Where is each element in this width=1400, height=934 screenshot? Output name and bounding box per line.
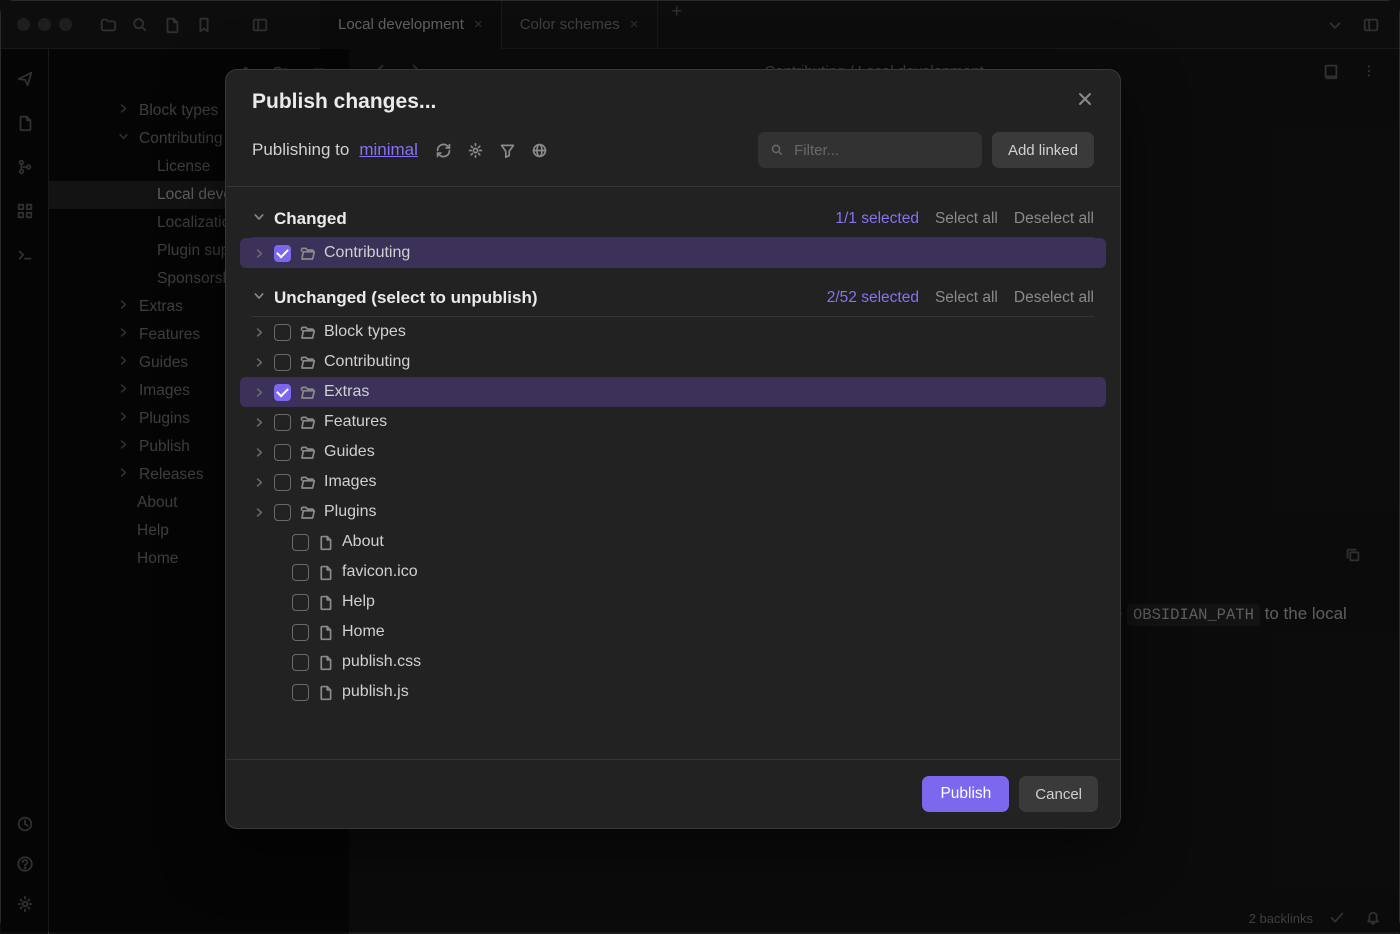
publish-tree-row[interactable]: publish.js (240, 677, 1106, 707)
checkbox[interactable] (292, 684, 309, 701)
publish-target-link[interactable]: minimal (359, 140, 418, 160)
row-label: publish.css (342, 653, 421, 671)
checkbox[interactable] (274, 444, 291, 461)
publish-tree-row[interactable]: favicon.ico (240, 557, 1106, 587)
folder-icon (299, 444, 316, 461)
row-label: Help (342, 593, 375, 611)
publish-tree-row[interactable]: Images (240, 467, 1106, 497)
publish-tree-row[interactable]: Features (240, 407, 1106, 437)
chevron-down-icon (252, 289, 266, 308)
file-icon (317, 534, 334, 551)
row-label: Contributing (324, 353, 410, 371)
chevron-icon[interactable] (252, 476, 266, 489)
row-label: Plugins (324, 503, 376, 521)
file-icon (317, 564, 334, 581)
row-label: About (342, 533, 384, 551)
checkbox[interactable] (274, 384, 291, 401)
publish-changes-modal: Publish changes... Publishing to minimal… (225, 69, 1121, 829)
chevron-icon[interactable] (252, 386, 266, 399)
filter-input-wrap (758, 132, 982, 168)
row-label: Images (324, 473, 376, 491)
selected-count: 1/1 selected (835, 210, 919, 228)
publish-tree-row[interactable]: Guides (240, 437, 1106, 467)
select-all-link[interactable]: Select all (935, 289, 998, 307)
checkbox[interactable] (292, 624, 309, 641)
section-title: Unchanged (select to unpublish) (274, 288, 538, 308)
section-changed-header[interactable]: Changed 1/1 selected Select all Deselect… (240, 199, 1106, 237)
file-icon (317, 684, 334, 701)
filter-input[interactable] (792, 141, 970, 160)
globe-icon[interactable] (530, 140, 550, 160)
publish-tree-row[interactable]: Extras (240, 377, 1106, 407)
chevron-down-icon (252, 210, 266, 229)
gear-icon[interactable] (466, 140, 486, 160)
row-label: publish.js (342, 683, 409, 701)
checkbox[interactable] (292, 594, 309, 611)
modal-body: Changed 1/1 selected Select all Deselect… (226, 187, 1120, 759)
section-unchanged-header[interactable]: Unchanged (select to unpublish) 2/52 sel… (240, 278, 1106, 316)
publish-tree-row[interactable]: Help (240, 587, 1106, 617)
modal-title: Publish changes... (252, 90, 436, 114)
selected-count: 2/52 selected (827, 289, 919, 307)
chevron-icon[interactable] (252, 506, 266, 519)
section-title: Changed (274, 209, 347, 229)
publish-tree-row[interactable]: Plugins (240, 497, 1106, 527)
refresh-icon[interactable] (434, 140, 454, 160)
folder-icon (299, 384, 316, 401)
select-all-link[interactable]: Select all (935, 210, 998, 228)
publish-tree-row[interactable]: publish.css (240, 647, 1106, 677)
folder-icon (299, 354, 316, 371)
chevron-icon[interactable] (252, 446, 266, 459)
checkbox[interactable] (274, 245, 291, 262)
publish-tree-row[interactable]: Contributing (240, 347, 1106, 377)
checkbox[interactable] (274, 414, 291, 431)
publish-tree-row[interactable]: Contributing (240, 238, 1106, 268)
folder-icon (299, 245, 316, 262)
publish-tree-row[interactable]: Block types (240, 317, 1106, 347)
chevron-icon[interactable] (252, 326, 266, 339)
chevron-icon[interactable] (252, 416, 266, 429)
checkbox[interactable] (274, 474, 291, 491)
publishing-to-label: Publishing to (252, 140, 349, 160)
row-label: Guides (324, 443, 375, 461)
filter-icon[interactable] (498, 140, 518, 160)
folder-icon (299, 474, 316, 491)
checkbox[interactable] (292, 564, 309, 581)
close-icon[interactable] (1076, 90, 1094, 114)
folder-icon (299, 324, 316, 341)
search-icon (770, 142, 784, 158)
file-icon (317, 594, 334, 611)
deselect-all-link[interactable]: Deselect all (1014, 289, 1094, 307)
row-label: favicon.ico (342, 563, 418, 581)
add-linked-button[interactable]: Add linked (992, 132, 1094, 168)
chevron-icon[interactable] (252, 247, 266, 260)
checkbox[interactable] (274, 504, 291, 521)
row-label: Block types (324, 323, 406, 341)
checkbox[interactable] (292, 654, 309, 671)
checkbox[interactable] (274, 354, 291, 371)
row-label: Extras (324, 383, 369, 401)
chevron-icon[interactable] (252, 356, 266, 369)
publish-tree-row[interactable]: About (240, 527, 1106, 557)
file-icon (317, 654, 334, 671)
file-icon (317, 624, 334, 641)
folder-icon (299, 414, 316, 431)
publish-tree-row[interactable]: Home (240, 617, 1106, 647)
deselect-all-link[interactable]: Deselect all (1014, 210, 1094, 228)
folder-icon (299, 504, 316, 521)
checkbox[interactable] (274, 324, 291, 341)
row-label: Contributing (324, 244, 410, 262)
publish-button[interactable]: Publish (922, 776, 1009, 812)
row-label: Home (342, 623, 385, 641)
row-label: Features (324, 413, 387, 431)
checkbox[interactable] (292, 534, 309, 551)
cancel-button[interactable]: Cancel (1019, 776, 1098, 812)
